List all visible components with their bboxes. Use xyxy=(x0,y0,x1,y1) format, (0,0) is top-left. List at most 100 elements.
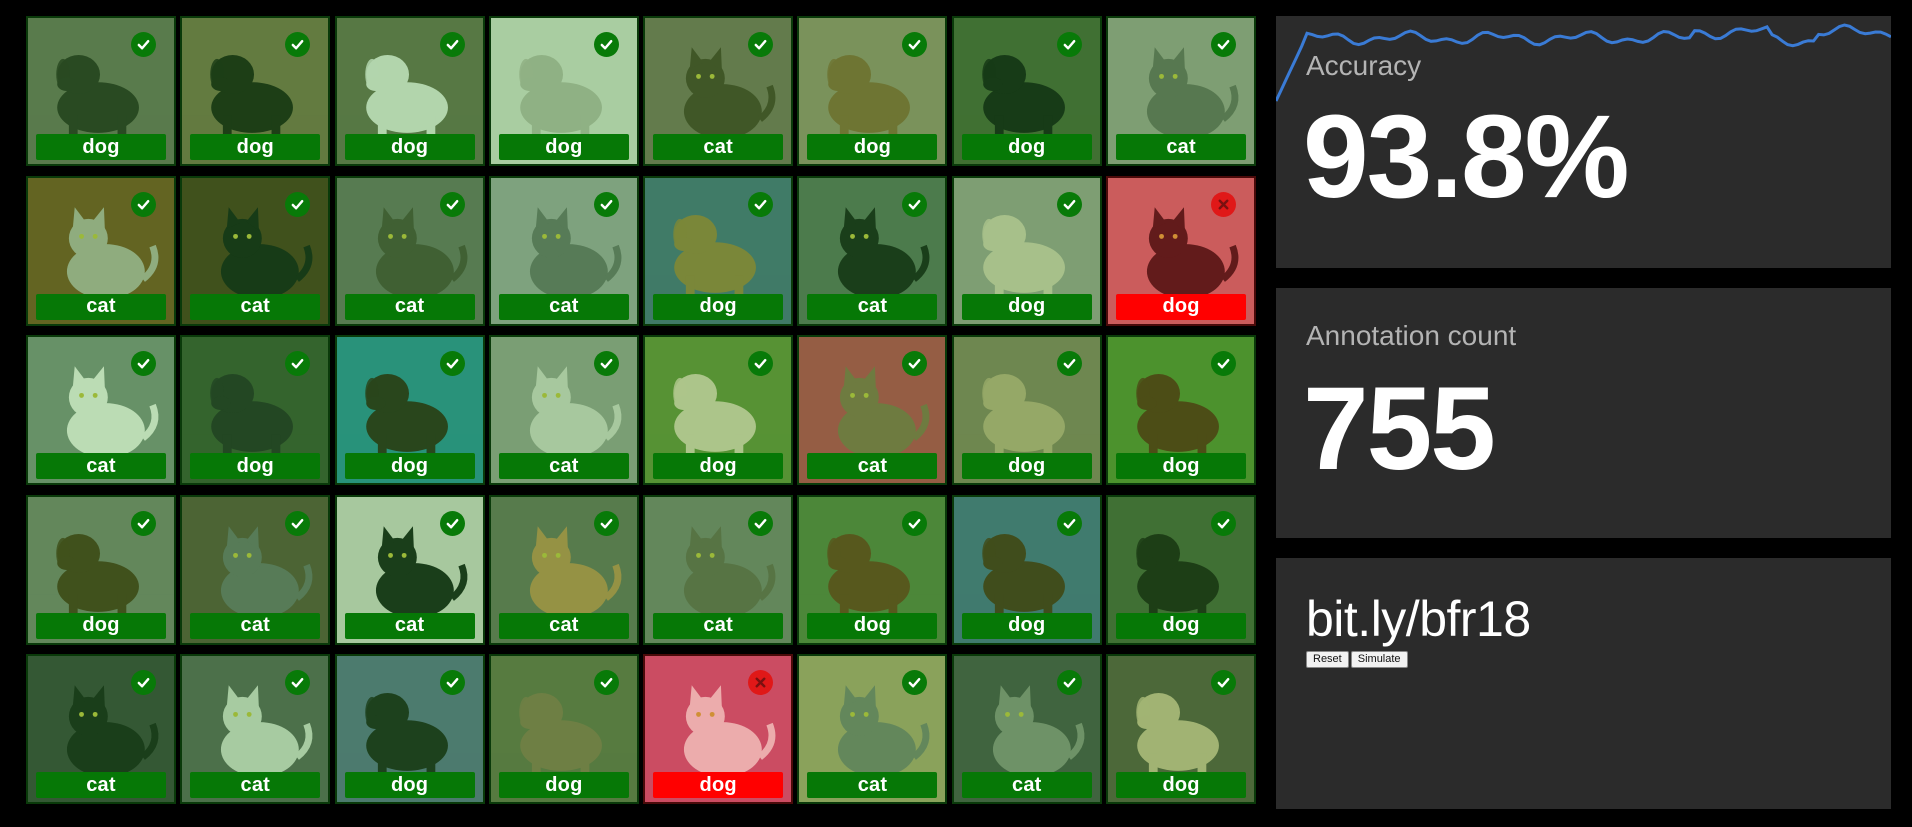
image-tile[interactable]: cat xyxy=(26,654,176,804)
annotation-label: dog xyxy=(1116,293,1247,320)
check-circle-icon xyxy=(593,351,619,376)
reset-button[interactable]: Reset xyxy=(1306,651,1349,668)
image-tile[interactable]: dog xyxy=(1106,175,1257,326)
image-tile[interactable]: dog xyxy=(1106,654,1257,804)
image-tile[interactable]: cat xyxy=(1106,16,1257,166)
check-circle-icon xyxy=(285,510,311,536)
image-tile[interactable]: cat xyxy=(26,175,176,326)
annotation-label: cat xyxy=(807,293,938,320)
image-tile[interactable]: cat xyxy=(180,654,331,804)
annotation-label: dog xyxy=(344,453,475,479)
annotation-label: dog xyxy=(807,612,938,639)
image-tile[interactable]: cat xyxy=(797,335,948,485)
annotation-label: dog xyxy=(344,772,475,798)
image-tile[interactable]: dog xyxy=(334,654,485,804)
annotation-label: dog xyxy=(1116,612,1247,639)
image-tile[interactable]: dog xyxy=(1106,335,1257,485)
image-tile[interactable]: dog xyxy=(334,335,485,485)
annotation-label: dog xyxy=(961,134,1092,160)
image-tile[interactable]: cat xyxy=(643,494,794,645)
annotation-label: dog xyxy=(1116,453,1247,479)
annotation-label: cat xyxy=(36,453,166,479)
image-tile[interactable]: cat xyxy=(180,494,331,645)
image-tile[interactable]: dog xyxy=(643,335,794,485)
image-tile[interactable]: dog xyxy=(951,16,1102,166)
annotation-label: dog xyxy=(36,612,166,639)
image-tile[interactable]: dog xyxy=(1106,494,1257,645)
annotation-label: cat xyxy=(344,293,475,320)
annotation-label: dog xyxy=(190,134,321,160)
check-circle-icon xyxy=(131,510,156,536)
check-circle-icon xyxy=(1056,191,1082,217)
check-circle-icon xyxy=(1211,32,1237,57)
annotation-label: dog xyxy=(653,293,784,320)
annotation-label: cat xyxy=(190,293,321,320)
check-circle-icon xyxy=(285,191,311,217)
accuracy-label: Accuracy xyxy=(1306,50,1422,81)
check-circle-icon xyxy=(131,670,156,695)
image-tile[interactable]: cat xyxy=(180,175,331,326)
check-circle-icon xyxy=(593,510,619,536)
check-circle-icon xyxy=(593,32,619,57)
image-tile[interactable]: dog xyxy=(797,16,948,166)
image-tile[interactable]: dog xyxy=(180,16,331,166)
annotation-label: cat xyxy=(498,453,629,479)
image-tile[interactable]: dog xyxy=(643,175,794,326)
image-tile[interactable]: dog xyxy=(951,335,1102,485)
image-tile[interactable]: dog xyxy=(26,16,176,166)
control-buttons: Reset Simulate xyxy=(1306,651,1408,668)
annotation-label: dog xyxy=(498,772,629,798)
annotation-count-panel: Annotation count 755 xyxy=(1276,288,1891,538)
annotation-label: cat xyxy=(498,612,629,639)
link-panel: bit.ly/bfr18 Reset Simulate xyxy=(1276,558,1891,809)
x-circle-icon xyxy=(1211,191,1237,217)
annotation-label: dog xyxy=(190,453,321,479)
image-tile[interactable]: cat xyxy=(334,494,485,645)
check-circle-icon xyxy=(1056,351,1082,376)
image-tile[interactable]: cat xyxy=(643,16,794,166)
image-tile[interactable]: dog xyxy=(643,654,794,804)
image-tile[interactable]: cat xyxy=(797,654,948,804)
image-tile[interactable]: dog xyxy=(797,494,948,645)
check-circle-icon xyxy=(1056,32,1082,57)
annotation-label: cat xyxy=(653,612,784,639)
check-circle-icon xyxy=(593,670,619,695)
image-tile[interactable]: cat xyxy=(26,335,176,485)
image-tile[interactable]: cat xyxy=(488,335,639,485)
image-tile[interactable]: cat xyxy=(951,654,1102,804)
annotation-label: dog xyxy=(36,134,166,160)
check-circle-icon xyxy=(131,32,156,57)
image-tile[interactable]: dog xyxy=(488,16,639,166)
check-circle-icon xyxy=(1056,670,1082,695)
annotation-label: dog xyxy=(807,134,938,160)
image-tile[interactable]: dog xyxy=(951,494,1102,645)
annotation-label: cat xyxy=(36,772,166,798)
image-tile[interactable]: dog xyxy=(951,175,1102,326)
check-circle-icon xyxy=(1211,670,1237,695)
simulate-button[interactable]: Simulate xyxy=(1350,651,1408,668)
check-circle-icon xyxy=(439,191,465,217)
annotation-label: cat xyxy=(653,134,784,160)
annotation-label: dog xyxy=(961,293,1092,320)
check-circle-icon xyxy=(131,191,156,217)
image-tile[interactable]: dog xyxy=(26,494,176,645)
annotation-label: dog xyxy=(1116,772,1247,798)
image-tile[interactable]: cat xyxy=(334,175,485,326)
image-tile[interactable]: cat xyxy=(488,494,639,645)
image-tile[interactable]: dog xyxy=(334,16,485,166)
image-tile[interactable]: cat xyxy=(488,175,639,326)
annotation-label: cat xyxy=(961,772,1092,798)
short-link[interactable]: bit.ly/bfr18 xyxy=(1306,590,1531,648)
image-tile[interactable]: cat xyxy=(797,175,948,326)
check-circle-icon xyxy=(593,191,619,217)
annotation-label: cat xyxy=(190,772,321,798)
image-tile[interactable]: dog xyxy=(180,335,331,485)
check-circle-icon xyxy=(439,670,465,695)
image-tile[interactable]: dog xyxy=(488,654,639,804)
check-circle-icon xyxy=(1211,351,1237,376)
check-circle-icon xyxy=(1056,510,1082,536)
annotation-label: cat xyxy=(807,772,938,798)
check-circle-icon xyxy=(748,191,774,217)
annotation-label: dog xyxy=(653,453,784,479)
check-circle-icon xyxy=(1211,510,1237,536)
